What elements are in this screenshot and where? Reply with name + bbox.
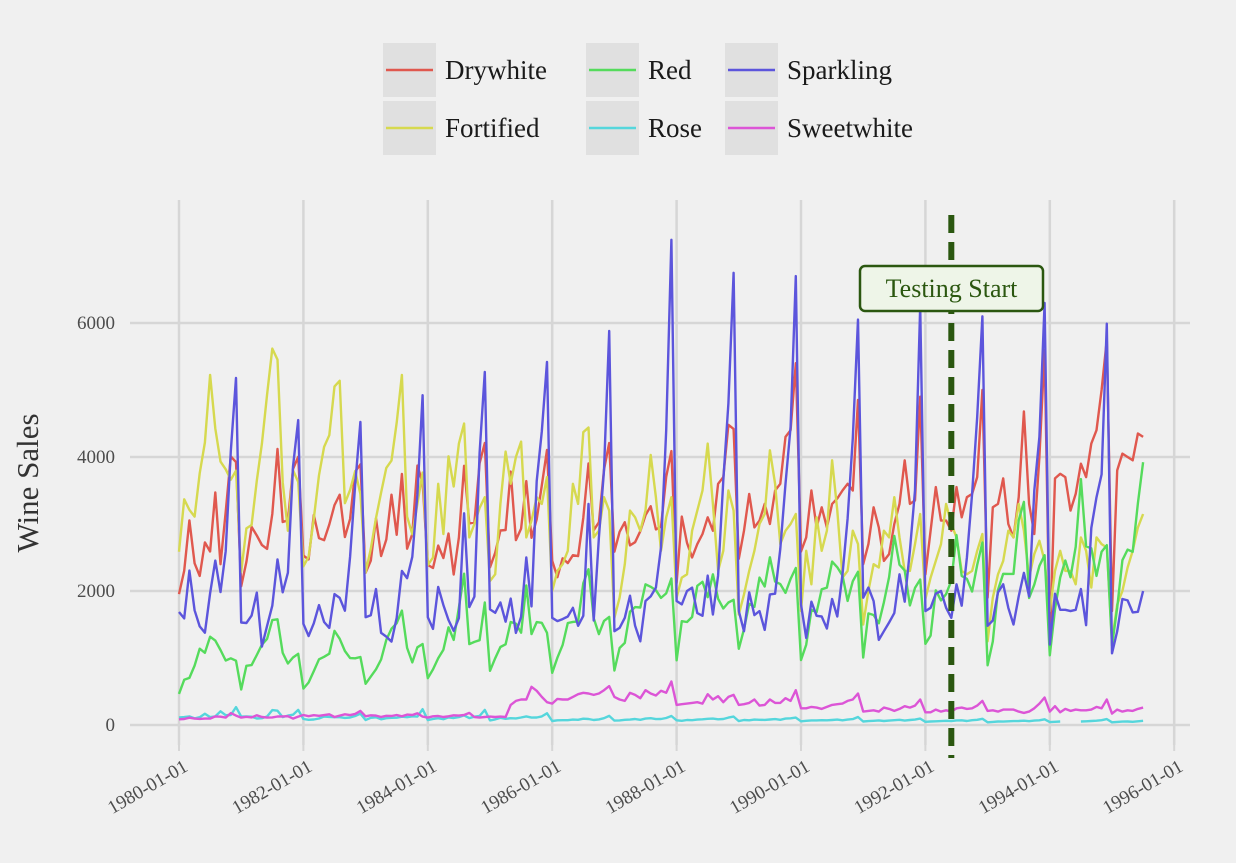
y-tick-label: 0 — [106, 715, 116, 736]
y-axis-label: Wine Sales — [10, 413, 45, 552]
testing-start-label: Testing Start — [886, 274, 1019, 303]
legend-label: Sparkling — [787, 55, 892, 85]
y-tick-label: 4000 — [77, 447, 115, 468]
y-tick-label: 6000 — [77, 313, 115, 334]
y-tick-label: 2000 — [77, 581, 115, 602]
legend-label: Fortified — [445, 113, 540, 143]
wine-sales-chart: Testing Start 1980-01-01 1982-01-01 1984-0… — [0, 0, 1236, 858]
legend-label: Drywhite — [445, 55, 547, 85]
legend-label: Red — [648, 55, 692, 85]
legend-label: Sweetwhite — [787, 113, 913, 143]
legend-label: Rose — [648, 113, 702, 143]
